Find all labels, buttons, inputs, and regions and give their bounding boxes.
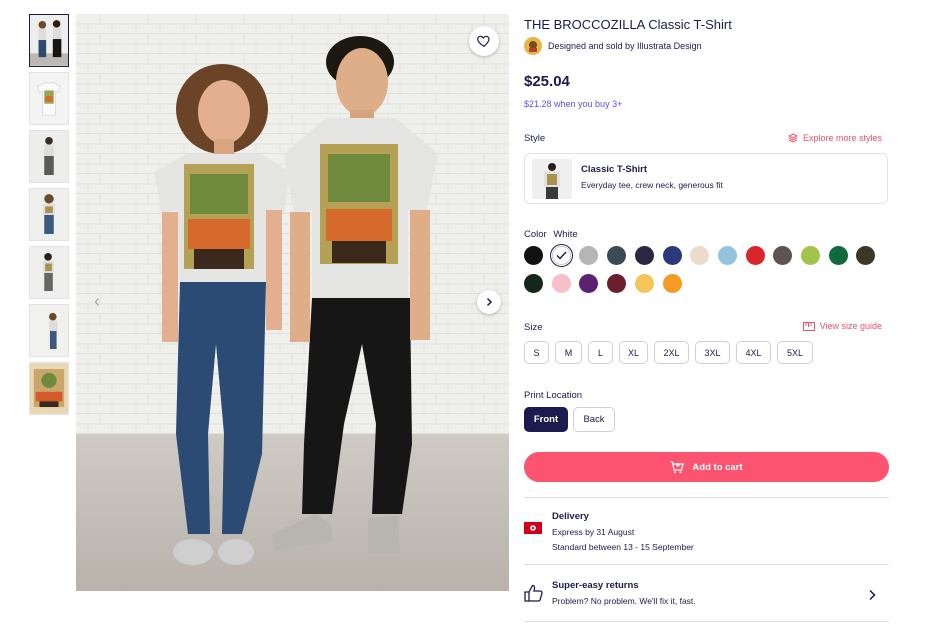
heart-icon [477, 35, 490, 48]
color-swatch[interactable] [551, 274, 571, 293]
size-option-m[interactable]: M [555, 341, 582, 364]
color-swatch[interactable] [524, 246, 543, 265]
color-swatch[interactable] [524, 274, 543, 293]
size-guide-text[interactable]: View size guide [820, 321, 882, 331]
returns-text[interactable]: Problem? No problem. We'll fix it, fast. [552, 596, 696, 606]
divider [524, 621, 889, 622]
color-swatch[interactable] [828, 246, 848, 265]
chevron-left-icon [94, 298, 99, 306]
size-option-3xl[interactable]: 3XL [695, 341, 730, 364]
color-swatch[interactable] [717, 246, 737, 265]
color-swatch[interactable] [856, 246, 876, 265]
style-description: Everyday tee, crew neck, generous fit [581, 180, 723, 190]
size-options: S M L XL 2XL 3XL 4XL 5XL [524, 341, 819, 364]
check-icon [556, 251, 567, 260]
price: $25.04 [524, 73, 570, 90]
size-guide-link[interactable]: View size guide [802, 321, 882, 331]
style-label: Style [524, 133, 546, 144]
explore-styles-link[interactable]: Explore more styles [787, 133, 882, 143]
size-label: Size [524, 322, 543, 333]
divider [524, 564, 889, 565]
thumbnail-4[interactable] [29, 188, 69, 241]
color-selected-value: White [553, 229, 578, 240]
add-to-cart-button[interactable]: Add to cart [524, 452, 889, 482]
style-thumbnail [532, 159, 572, 199]
seller-name[interactable]: Designed and sold by Illustrata Design [548, 41, 702, 51]
chevron-right-icon [486, 297, 493, 307]
size-option-xl[interactable]: XL [619, 341, 648, 364]
divider [524, 497, 889, 498]
color-swatch[interactable] [607, 274, 627, 293]
returns-title[interactable]: Super-easy returns [552, 580, 639, 591]
delivery-title: Delivery [552, 511, 589, 522]
previous-image-button[interactable] [90, 295, 104, 309]
chevron-right-icon[interactable] [868, 589, 876, 601]
color-swatch[interactable] [662, 246, 682, 265]
print-location-options: Front Back [524, 407, 620, 432]
size-option-5xl[interactable]: 5XL [777, 341, 813, 364]
size-option-l[interactable]: L [588, 341, 613, 364]
cart-icon [670, 460, 685, 473]
bulk-price: $21.28 when you buy 3+ [524, 99, 623, 109]
color-label: Color White [524, 229, 578, 240]
size-option-4xl[interactable]: 4XL [736, 341, 771, 364]
color-swatch[interactable] [634, 246, 654, 265]
favorite-button[interactable] [469, 26, 499, 56]
thumbnail-5[interactable] [29, 246, 69, 299]
thumbs-up-icon [524, 584, 543, 602]
product-title: THE BROCCOZILLA Classic T-Shirt [524, 17, 732, 32]
delivery-express: Express by 31 August [552, 527, 635, 537]
main-product-image [76, 14, 509, 591]
style-name: Classic T-Shirt [581, 164, 647, 175]
explore-styles-text[interactable]: Explore more styles [803, 133, 882, 143]
layers-icon [787, 133, 798, 143]
print-back-button[interactable]: Back [573, 407, 615, 432]
color-swatch[interactable] [662, 274, 682, 293]
seller-line[interactable]: Designed and sold by Illustrata Design [524, 37, 702, 55]
color-swatch[interactable] [801, 246, 820, 265]
color-swatch[interactable] [551, 246, 571, 265]
color-swatch[interactable] [579, 274, 599, 293]
thumbnail-6[interactable] [29, 304, 69, 357]
thumbnail-list [29, 14, 70, 420]
hong-kong-flag-icon [524, 522, 542, 534]
color-swatch[interactable] [690, 246, 710, 265]
color-swatch[interactable] [773, 246, 793, 265]
seller-avatar[interactable] [524, 37, 542, 55]
print-location-label: Print Location [524, 390, 583, 401]
color-swatch[interactable] [634, 274, 654, 293]
style-card[interactable]: Classic T-Shirt Everyday tee, crew neck,… [524, 153, 888, 204]
ruler-icon [802, 321, 815, 331]
color-swatch[interactable] [607, 246, 627, 265]
color-swatch[interactable] [745, 246, 765, 265]
add-to-cart-label[interactable]: Add to cart [692, 462, 742, 473]
delivery-standard: Standard between 13 - 15 September [552, 542, 694, 552]
print-front-button[interactable]: Front [524, 407, 568, 432]
color-label-text: Color [524, 229, 547, 240]
color-swatch[interactable] [579, 246, 599, 265]
size-option-s[interactable]: S [524, 341, 549, 364]
thumbnail-7[interactable] [29, 362, 69, 415]
thumbnail-2[interactable] [29, 72, 69, 125]
size-option-2xl[interactable]: 2XL [654, 341, 689, 364]
next-image-button[interactable] [477, 290, 501, 314]
thumbnail-3[interactable] [29, 130, 69, 183]
thumbnail-1[interactable] [29, 14, 69, 67]
